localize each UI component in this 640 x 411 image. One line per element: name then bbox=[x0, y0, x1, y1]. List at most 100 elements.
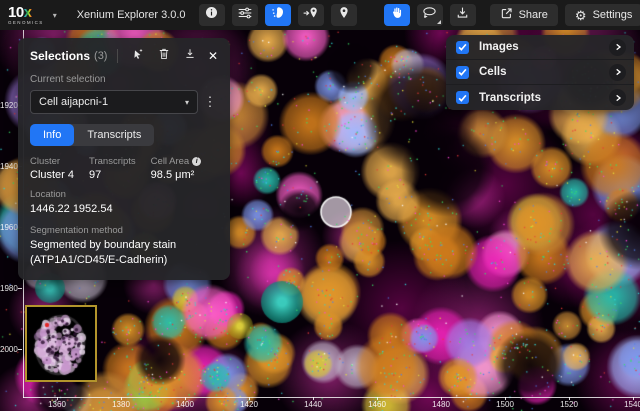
logo-text: 10x bbox=[8, 5, 44, 20]
ruler-tick-label: 1520 bbox=[560, 400, 578, 409]
layer-row-cells[interactable]: Cells bbox=[446, 60, 634, 85]
check-icon bbox=[458, 43, 467, 51]
selections-panel-header: Selections (3) ✕ bbox=[30, 47, 218, 65]
ruler-tick bbox=[18, 349, 22, 350]
selections-panel: Selections (3) ✕ bbox=[18, 38, 230, 280]
share-button-label: Share bbox=[519, 9, 548, 21]
layer-label-images: Images bbox=[479, 41, 609, 53]
ruler-tick-label: 1440 bbox=[304, 400, 322, 409]
cell-area-label: Cell Area i bbox=[151, 156, 202, 167]
multi-select-button[interactable] bbox=[128, 47, 148, 65]
segmentation-method-value: Segmented by boundary stain (ATP1A1/CD45… bbox=[30, 238, 218, 268]
logo-10: 10 bbox=[8, 5, 24, 20]
current-selection-row: Cell aijapcni-1 ▾ ⋮ bbox=[30, 90, 218, 114]
info-tooltip-icon[interactable]: i bbox=[192, 157, 201, 166]
download-button[interactable] bbox=[450, 4, 476, 26]
cell-area-value: 98.5 μm² bbox=[151, 169, 202, 181]
share-icon bbox=[500, 7, 513, 23]
cell-area-field: Cell Area i 98.5 μm² bbox=[151, 156, 202, 181]
transcripts-checkbox[interactable] bbox=[456, 91, 469, 104]
settings-button[interactable]: ⚙ Settings bbox=[565, 4, 640, 26]
tab-info[interactable]: Info bbox=[30, 124, 74, 146]
app-title: Xenium Explorer 3.0.0 bbox=[77, 9, 186, 21]
transcripts-field: Transcripts 97 bbox=[89, 156, 136, 181]
share-button[interactable]: Share bbox=[490, 4, 558, 26]
ruler-tick-label: 1380 bbox=[112, 400, 130, 409]
transcripts-expand-button[interactable] bbox=[609, 89, 626, 106]
cluster-label: Cluster bbox=[30, 156, 74, 167]
pin-icon bbox=[338, 6, 350, 24]
cells-expand-button[interactable] bbox=[609, 64, 626, 81]
transcripts-label: Transcripts bbox=[89, 156, 136, 167]
lasso-icon bbox=[422, 6, 437, 24]
cluster-field: Cluster Cluster 4 bbox=[30, 156, 74, 181]
settings-button-label: Settings bbox=[593, 9, 633, 21]
current-selection-label: Current selection bbox=[30, 74, 218, 85]
cursor-sparkle-icon bbox=[132, 47, 144, 65]
minimap-tissue-thumbnail bbox=[27, 307, 95, 380]
pan-tool-button[interactable] bbox=[384, 4, 410, 26]
location-label: Location bbox=[30, 189, 218, 200]
logo-x: x bbox=[24, 5, 32, 20]
cluster-value: Cluster 4 bbox=[30, 169, 74, 181]
chevron-right-icon bbox=[614, 68, 622, 76]
selections-title: Selections bbox=[30, 49, 90, 63]
ruler-tick-label: 1360 bbox=[48, 400, 66, 409]
ruler-tick-label: 1540 bbox=[624, 400, 640, 409]
location-value: 1446.22 1952.54 bbox=[30, 202, 218, 217]
layer-row-images[interactable]: Images bbox=[446, 35, 634, 60]
check-icon bbox=[458, 94, 467, 102]
scale-ruler-bottom bbox=[23, 397, 640, 398]
ruler-tick-label: 1420 bbox=[240, 400, 258, 409]
trash-icon bbox=[158, 47, 170, 65]
minimap[interactable] bbox=[25, 305, 97, 382]
ruler-tick-label: 1940 bbox=[0, 162, 17, 171]
close-icon[interactable]: ✕ bbox=[208, 50, 218, 62]
segmentation-block: Segmentation method Segmented by boundar… bbox=[30, 225, 218, 268]
ruler-tick-label: 1480 bbox=[432, 400, 450, 409]
display-settings-button[interactable] bbox=[232, 4, 258, 26]
export-selections-button[interactable] bbox=[180, 47, 200, 65]
go-to-location-button[interactable] bbox=[298, 4, 324, 26]
selection-menu-button[interactable]: ⋮ bbox=[202, 94, 218, 110]
ruler-tick-label: 2000 bbox=[0, 345, 17, 354]
layer-row-transcripts[interactable]: Transcripts bbox=[446, 85, 634, 110]
transcripts-value: 97 bbox=[89, 169, 136, 181]
cells-checkbox[interactable] bbox=[456, 66, 469, 79]
layer-label-transcripts: Transcripts bbox=[479, 92, 609, 104]
check-icon bbox=[458, 68, 467, 76]
info-button[interactable] bbox=[199, 4, 225, 26]
logo-dropdown-caret-icon[interactable]: ▾ bbox=[53, 11, 57, 20]
ruler-tick-label: 1460 bbox=[368, 400, 386, 409]
ruler-tick-label: 1960 bbox=[0, 223, 17, 232]
hand-icon bbox=[390, 6, 403, 24]
cell-info-fields: Cluster Cluster 4 Transcripts 97 Cell Ar… bbox=[30, 156, 218, 181]
selections-count: (3) bbox=[94, 50, 107, 62]
cell-area-label-text: Cell Area bbox=[151, 156, 190, 167]
top-toolbar: 10x GENOMICS ▾ Xenium Explorer 3.0.0 bbox=[0, 0, 640, 30]
tab-transcripts[interactable]: Transcripts bbox=[74, 124, 154, 146]
current-selection-value: Cell aijapcni-1 bbox=[39, 96, 108, 108]
export-icon bbox=[184, 47, 196, 65]
images-expand-button[interactable] bbox=[609, 39, 626, 56]
chevron-down-icon: ▾ bbox=[185, 98, 189, 107]
current-selection-dropdown[interactable]: Cell aijapcni-1 ▾ bbox=[30, 90, 198, 114]
header-divider bbox=[117, 49, 118, 63]
ruler-tick-label: 1500 bbox=[496, 400, 514, 409]
selection-tabs: Info Transcripts bbox=[30, 124, 154, 146]
cell-select-icon bbox=[271, 6, 284, 24]
images-checkbox[interactable] bbox=[456, 41, 469, 54]
tool-dropdown-corner-icon bbox=[437, 20, 441, 24]
layers-panel: Images Cells Transcripts bbox=[446, 35, 634, 110]
app-logo[interactable]: 10x GENOMICS bbox=[8, 5, 44, 26]
cell-selection-tool-button[interactable] bbox=[265, 4, 291, 26]
ruler-tick bbox=[18, 288, 22, 289]
ruler-tick-label: 1980 bbox=[0, 284, 17, 293]
lasso-tool-button[interactable] bbox=[417, 4, 443, 26]
chevron-right-icon bbox=[614, 94, 622, 102]
pin-button[interactable] bbox=[331, 4, 357, 26]
logo-subtitle: GENOMICS bbox=[8, 21, 44, 26]
delete-selection-button[interactable] bbox=[154, 47, 174, 65]
xenium-explorer-window: 10x GENOMICS ▾ Xenium Explorer 3.0.0 bbox=[0, 0, 640, 411]
sliders-icon bbox=[238, 6, 252, 24]
